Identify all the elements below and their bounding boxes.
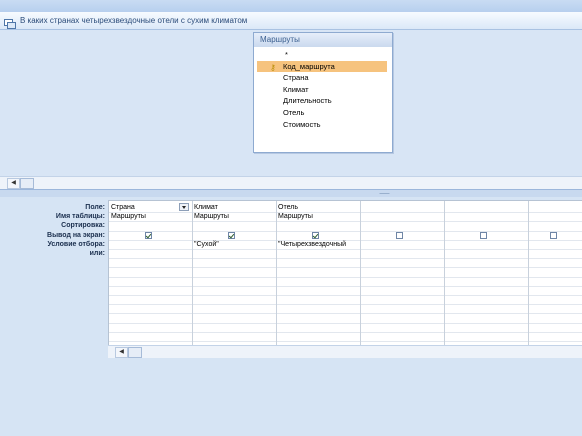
grid-cell-sort[interactable] (528, 221, 582, 230)
table-box-title[interactable]: Маршруты (254, 33, 392, 47)
query-title: В каких странах четырехзвездочные отели … (20, 16, 248, 25)
grid-scrollbar[interactable]: ◀ (108, 345, 582, 358)
grid-cell-table[interactable]: Маршруты (109, 212, 192, 221)
grid-cell-table[interactable] (528, 212, 582, 221)
field-item[interactable]: Страна (257, 72, 387, 84)
grid-cell-or[interactable] (360, 249, 444, 258)
grid-scroll-left-icon[interactable]: ◀ (115, 347, 128, 358)
design-grid[interactable]: Страна Маршруты Климат Маршруты "Сухой" Отель… (108, 200, 582, 352)
field-list[interactable]: * ⚷ Код_маршрута Страна Климат Длительность От… (257, 49, 387, 130)
grid-column[interactable]: Климат Маршруты "Сухой" (192, 201, 277, 346)
show-checkbox[interactable] (549, 231, 557, 239)
grid-cell-sort[interactable] (109, 221, 192, 230)
grid-cell-criteria[interactable] (109, 240, 192, 249)
grid-cell-or[interactable] (528, 249, 582, 258)
table-box[interactable]: Маршруты * ⚷ Код_маршрута Страна Климат Длите… (253, 32, 393, 153)
scroll-thumb[interactable] (20, 178, 34, 189)
show-checkbox[interactable] (144, 231, 152, 239)
grid-column[interactable] (360, 201, 445, 346)
show-checkbox[interactable] (312, 231, 319, 239)
grid-cell-table[interactable]: Маршруты (276, 212, 360, 221)
grid-cell-table[interactable] (444, 212, 528, 221)
grid-cell-field[interactable]: Отель (276, 203, 360, 212)
grid-column[interactable] (528, 201, 582, 346)
grid-column[interactable]: Отель Маршруты "Четырехзвездочный (276, 201, 361, 346)
field-item[interactable]: * (257, 49, 387, 61)
field-label: Длительность (283, 96, 332, 106)
grid-cell-table[interactable] (360, 212, 444, 221)
grid-cell-sort[interactable] (276, 221, 360, 230)
grid-scroll-thumb[interactable] (128, 347, 142, 358)
show-checkbox[interactable] (228, 231, 235, 239)
row-label: Сортировка: (61, 222, 105, 230)
row-label: Поле: (85, 204, 105, 211)
grid-cell-field[interactable] (444, 203, 528, 212)
table-pane-scrollbar[interactable]: ◀ (0, 176, 582, 189)
grid-column[interactable] (444, 201, 529, 346)
query-design-icon (4, 16, 16, 29)
grid-cell-or[interactable] (444, 249, 528, 258)
field-item[interactable]: Климат (257, 84, 387, 96)
scroll-left-icon[interactable]: ◀ (7, 178, 20, 189)
field-label: * (285, 50, 288, 59)
field-label: Код_маршрута (283, 61, 335, 71)
field-label: Климат (283, 84, 309, 94)
query-tab[interactable]: В каких странах четырехзвездочные отели … (0, 12, 582, 30)
field-item[interactable]: Стоимость (257, 119, 387, 131)
show-checkbox[interactable] (480, 231, 487, 239)
grid-cell-or[interactable] (109, 249, 192, 258)
field-item[interactable]: Отель (257, 107, 387, 119)
grid-column[interactable]: Страна Маршруты (109, 201, 193, 346)
row-label: или: (89, 249, 105, 257)
grid-cell-field[interactable] (528, 203, 582, 212)
field-label: Отель (283, 107, 305, 117)
row-label: Условие отбора: (47, 240, 105, 248)
grid-cell-field[interactable]: Климат (192, 203, 276, 212)
field-label: Страна (283, 73, 309, 83)
field-item[interactable]: Длительность (257, 95, 387, 107)
grid-cell-table[interactable]: Маршруты (192, 212, 276, 221)
show-checkbox[interactable] (396, 231, 403, 239)
grid-cell-field[interactable] (360, 203, 444, 212)
grid-cell-criteria[interactable] (360, 240, 444, 249)
grid-cell-sort[interactable] (192, 221, 276, 230)
field-item[interactable]: ⚷ Код_маршрута (257, 60, 387, 73)
grid-cell-criteria[interactable]: "Сухой" (192, 240, 276, 249)
field-dropdown-icon[interactable] (179, 203, 189, 211)
grid-cell-or[interactable] (192, 249, 276, 258)
grid-cell-sort[interactable] (360, 221, 444, 230)
row-label: Вывод на экран: (47, 231, 105, 239)
grid-cell-criteria[interactable]: "Четырехзвездочный (276, 240, 360, 249)
grid-cell-criteria[interactable] (528, 240, 582, 249)
grid-cell-sort[interactable] (444, 221, 528, 230)
grid-cell-criteria[interactable] (444, 240, 528, 249)
row-label: Имя таблицы: (55, 213, 105, 221)
field-label: Стоимость (283, 119, 321, 129)
grid-row-labels: Поле: Имя таблицы: Сортировка: Вывод на экр… (0, 203, 105, 258)
grid-cell-or[interactable] (276, 249, 360, 258)
